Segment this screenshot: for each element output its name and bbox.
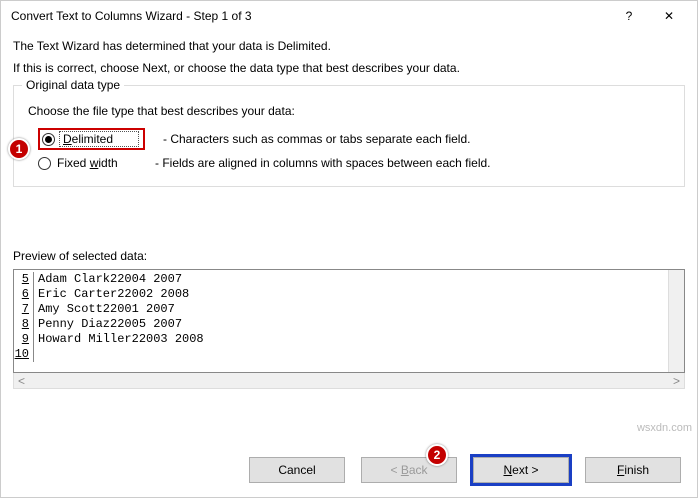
original-data-type-group: Original data type Choose the file type … xyxy=(13,85,685,187)
preview-horizontal-scrollbar[interactable]: < > xyxy=(13,373,685,389)
window-title: Convert Text to Columns Wizard - Step 1 … xyxy=(11,9,609,23)
close-button[interactable]: ✕ xyxy=(649,1,689,31)
preview-row: 10 xyxy=(14,347,684,362)
next-button[interactable]: Next > xyxy=(473,457,569,483)
intro-text-1: The Text Wizard has determined that your… xyxy=(13,39,685,53)
help-button[interactable]: ? xyxy=(609,1,649,31)
annotation-badge-1: 1 xyxy=(8,138,30,160)
button-bar: Cancel < Back Next > Finish xyxy=(1,445,697,497)
delimited-highlight: Delimited xyxy=(38,128,145,150)
titlebar: Convert Text to Columns Wizard - Step 1 … xyxy=(1,1,697,31)
scroll-right-icon[interactable]: > xyxy=(673,374,680,388)
preview-box: 5Adam Clark22004 2007 6Eric Carter22002 … xyxy=(13,269,685,373)
dialog-content: The Text Wizard has determined that your… xyxy=(1,31,697,445)
preview-row: 8Penny Diaz22005 2007 xyxy=(14,317,684,332)
watermark-text: wsxdn.com xyxy=(637,422,692,434)
group-legend: Original data type xyxy=(22,78,124,92)
intro-text-2: If this is correct, choose Next, or choo… xyxy=(13,61,685,75)
wizard-window: Convert Text to Columns Wizard - Step 1 … xyxy=(0,0,698,498)
preview-label: Preview of selected data: xyxy=(13,249,685,263)
choose-prompt: Choose the file type that best describes… xyxy=(28,104,674,118)
radio-row-delimited: Delimited - Characters such as commas or… xyxy=(38,128,674,150)
radio-delimited-label[interactable]: Delimited xyxy=(59,131,139,147)
preview-row: 9Howard Miller22003 2008 xyxy=(14,332,684,347)
cancel-button[interactable]: Cancel xyxy=(249,457,345,483)
scroll-left-icon[interactable]: < xyxy=(18,374,25,388)
radio-fixed-label[interactable]: Fixed width xyxy=(57,156,137,170)
preview-vertical-scrollbar[interactable] xyxy=(668,270,684,372)
finish-button[interactable]: Finish xyxy=(585,457,681,483)
radio-row-fixed: Fixed width - Fields are aligned in colu… xyxy=(38,156,674,170)
preview-row: 7Amy Scott22001 2007 xyxy=(14,302,684,317)
preview-row: 5Adam Clark22004 2007 xyxy=(14,272,684,287)
radio-fixed-desc: - Fields are aligned in columns with spa… xyxy=(155,156,491,170)
radio-delimited[interactable] xyxy=(42,133,55,146)
radio-delimited-desc: - Characters such as commas or tabs sepa… xyxy=(163,132,470,146)
radio-fixed-width[interactable] xyxy=(38,157,51,170)
preview-row: 6Eric Carter22002 2008 xyxy=(14,287,684,302)
annotation-badge-2: 2 xyxy=(426,444,448,466)
